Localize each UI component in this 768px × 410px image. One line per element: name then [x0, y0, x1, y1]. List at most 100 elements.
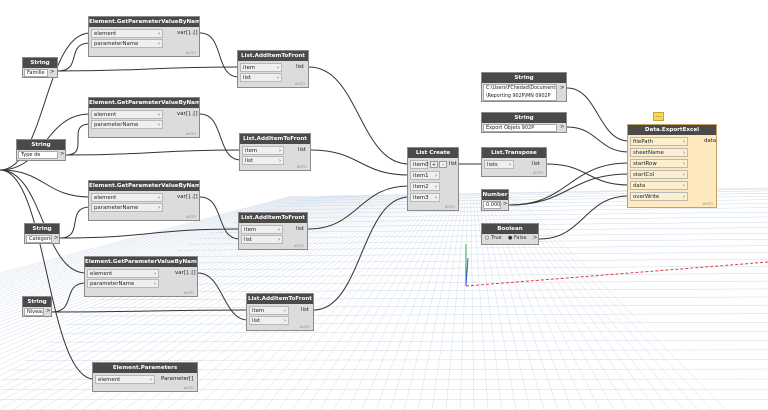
port-output[interactable]: Parameter[] — [161, 375, 193, 384]
port-output[interactable]: list — [449, 160, 457, 169]
port-item[interactable]: item › — [249, 306, 289, 315]
node-get-parameter-value-3[interactable]: Element.GetParameterValueByName element ›… — [88, 180, 200, 221]
option-true-label[interactable]: True — [491, 235, 502, 241]
node-list-transpose[interactable]: List.Transpose lists › list AUTO — [481, 147, 547, 177]
port-item[interactable]: item › — [242, 146, 284, 155]
port-output[interactable]: data — [704, 137, 716, 146]
option-false-label[interactable]: False — [514, 235, 527, 241]
wire-type-to-gp2[interactable] — [65, 123, 91, 156]
string-value-field[interactable]: Catégorie — [26, 235, 52, 243]
radio-true-icon[interactable]: ○ — [485, 235, 489, 241]
port-output[interactable]: list — [301, 306, 309, 315]
node-add-item-to-front-2[interactable]: List.AddItemToFront item › list › list AUT… — [239, 133, 311, 171]
port-element[interactable]: element › — [91, 110, 163, 119]
port-start-col[interactable]: startCol › — [630, 170, 688, 179]
node-element-parameters[interactable]: Element.Parameters element › Parameter[] … — [92, 362, 198, 392]
port-list[interactable]: list › — [249, 316, 289, 325]
run-mode-label: AUTO — [532, 171, 543, 175]
port-output[interactable]: list — [296, 63, 304, 72]
wire-af2-to-lc[interactable] — [310, 149, 410, 176]
port-output[interactable]: list — [296, 225, 304, 234]
port-element[interactable]: element › — [91, 193, 163, 202]
port-output[interactable]: > — [560, 84, 565, 93]
port-parameter-name[interactable]: parameterName › — [91, 120, 163, 129]
wire-gp2-to-af2[interactable] — [199, 113, 242, 161]
node-number[interactable]: Number 0.000 > — [481, 189, 509, 211]
port-item2[interactable]: item2 › — [410, 182, 440, 191]
port-output[interactable]: > — [503, 200, 508, 209]
node-add-item-to-front-3[interactable]: List.AddItemToFront item › list › list AUT… — [238, 212, 308, 250]
port-output[interactable]: var[]..[] — [177, 110, 198, 119]
port-output[interactable]: > — [50, 68, 55, 77]
node-get-parameter-value-4[interactable]: Element.GetParameterValueByName element ›… — [84, 256, 198, 297]
node-add-item-to-front-4[interactable]: List.AddItemToFront item › list › list AUT… — [246, 293, 314, 331]
port-item0[interactable]: item0 — [410, 160, 429, 169]
graph-canvas[interactable]: Element.GetParameterValueByName element ›… — [0, 0, 768, 410]
node-data-export-excel[interactable]: Data.ExportExcel filePath › sheetName › st… — [627, 124, 717, 208]
port-label: item2 — [413, 184, 429, 190]
port-output[interactable]: > — [60, 150, 65, 159]
node-get-parameter-value-1[interactable]: Element.GetParameterValueByName element ›… — [88, 16, 200, 57]
port-output[interactable]: list — [298, 146, 306, 155]
node-string-categorie[interactable]: String Catégorie > — [24, 223, 60, 244]
node-string-niveau[interactable]: String Niveau > — [22, 296, 52, 317]
node-string-type-de-famille[interactable]: String Type de famille > — [16, 139, 66, 161]
port-element[interactable]: element › — [95, 375, 155, 384]
node-boolean[interactable]: Boolean ○ True ● False > — [481, 223, 539, 245]
port-overwrite[interactable]: overWrite › — [630, 192, 688, 201]
port-item1[interactable]: item1 › — [410, 171, 440, 180]
remove-input-button[interactable]: - — [439, 161, 447, 168]
port-item3[interactable]: item3 › — [410, 193, 440, 202]
node-string-sheet-name[interactable]: String Export Objets 902P > — [481, 112, 567, 133]
port-element[interactable]: element › — [87, 269, 159, 278]
string-value-field[interactable]: Famille — [24, 69, 48, 77]
wire-path-to-export[interactable] — [566, 87, 630, 142]
wire-af1-to-lc[interactable] — [308, 66, 410, 165]
wire-gp1-to-af1[interactable] — [199, 32, 240, 78]
string-value-field[interactable]: Niveau — [24, 308, 44, 316]
node-list-create[interactable]: List Create item0 + - list item1 › item2 ›… — [407, 147, 459, 211]
port-sheet-name[interactable]: sheetName › — [630, 148, 688, 157]
wire-famille-to-gp1[interactable] — [57, 42, 91, 72]
string-value-field[interactable]: Type de famille — [18, 151, 58, 159]
radio-false-icon[interactable]: ● — [508, 235, 512, 241]
port-label: item — [243, 65, 256, 71]
port-output[interactable]: list — [532, 160, 540, 169]
node-string-famille[interactable]: String Famille > — [22, 57, 58, 78]
port-label: var[]..[] — [177, 30, 198, 36]
port-item[interactable]: item › — [240, 63, 282, 72]
port-list[interactable]: list › — [241, 235, 283, 244]
string-value-field[interactable]: Export Objets 902P — [483, 124, 557, 132]
wire-famille-to-af1[interactable] — [57, 66, 240, 72]
port-data[interactable]: data › — [630, 181, 688, 190]
port-list[interactable]: list › — [240, 73, 282, 82]
port-start-row[interactable]: startRow › — [630, 159, 688, 168]
port-parameter-name[interactable]: parameterName › — [87, 279, 159, 288]
node-string-file-path[interactable]: String C:\Users\FChedad\Documents \Repor… — [481, 72, 567, 102]
port-parameter-name[interactable]: parameterName › — [91, 39, 163, 48]
port-file-path[interactable]: filePath › — [630, 137, 688, 146]
wire-type-to-af2[interactable] — [65, 149, 242, 156]
node-get-parameter-value-2[interactable]: Element.GetParameterValueByName element ›… — [88, 97, 200, 138]
wire-number-to-startcol[interactable] — [508, 173, 630, 206]
port-output[interactable]: > — [54, 234, 59, 243]
port-parameter-name[interactable]: parameterName › — [91, 203, 163, 212]
warning-icon[interactable]: ... — [653, 112, 664, 121]
string-value-field[interactable]: C:\Users\FChedad\Documents \Reporting 90… — [483, 84, 557, 101]
grid-line — [389, 195, 456, 410]
run-mode-label: AUTO — [444, 205, 455, 209]
port-output[interactable]: var[]..[] — [177, 193, 198, 202]
port-output[interactable]: > — [533, 234, 538, 243]
port-list[interactable]: list › — [242, 156, 284, 165]
port-output[interactable]: > — [46, 307, 51, 316]
port-item[interactable]: item › — [241, 225, 283, 234]
port-output[interactable]: var[]..[] — [177, 29, 198, 38]
node-add-item-to-front-1[interactable]: List.AddItemToFront item › list › list AUT… — [237, 50, 309, 88]
port-output[interactable]: var[]..[] — [175, 269, 196, 278]
port-lists[interactable]: lists › — [484, 160, 514, 169]
wire-categorie-to-gp3[interactable] — [59, 206, 91, 239]
number-value-field[interactable]: 0.000 — [483, 201, 501, 209]
add-input-button[interactable]: + — [430, 161, 438, 168]
port-element[interactable]: element › — [91, 29, 163, 38]
port-output[interactable]: > — [560, 123, 565, 132]
